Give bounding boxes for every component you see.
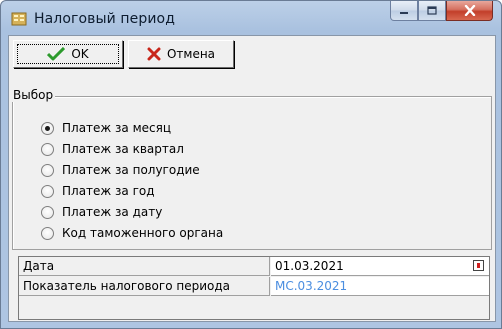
radio-button[interactable] [41,163,54,177]
radio-label: Платеж за квартал [62,142,184,156]
window-title: Налоговый период [34,11,175,27]
radio-label: Платеж за дату [62,205,163,219]
minimize-button[interactable] [390,1,418,21]
grid-label: Показатель налогового периода [19,277,270,296]
title-bar[interactable]: Налоговый период [1,1,501,35]
focus-rect [17,44,119,64]
radio-button[interactable] [41,184,54,198]
radio-half-year[interactable]: Платеж за полугодие [41,161,200,179]
date-value[interactable]: 01.03.2021 [271,257,489,276]
radio-button[interactable] [41,142,54,156]
cross-icon [147,47,161,61]
app-coins-icon [11,12,27,26]
radio-quarter[interactable]: Платеж за квартал [41,140,184,158]
radio-button[interactable] [41,205,54,219]
grid-row-date[interactable]: Дата 01.03.2021 [19,257,489,277]
close-button[interactable] [446,1,493,21]
maximize-icon [427,6,437,15]
radio-month[interactable]: Платеж за месяц [41,119,171,137]
maximize-button[interactable] [418,1,446,21]
radio-label: Платеж за месяц [62,121,172,135]
radio-label: Платеж за полугодие [62,163,200,177]
radio-button[interactable] [41,121,54,135]
date-value-text: 01.03.2021 [275,259,344,273]
toolbar: OK Отмена [9,36,495,72]
radio-year[interactable]: Платеж за год [41,182,155,200]
radio-button[interactable] [41,226,54,240]
ok-button[interactable]: OK [13,40,123,68]
radio-customs-code[interactable]: Код таможенного органа [41,224,223,242]
choice-group-title: Выбор [11,88,56,102]
grid-label: Дата [19,257,270,276]
calendar-icon[interactable] [473,260,484,271]
cancel-label: Отмена [166,47,216,61]
property-grid: Дата 01.03.2021 Показатель налогового пе… [18,256,490,320]
grid-row-period[interactable]: Показатель налогового периода МС.03.2021 [19,277,489,297]
radio-label: Платеж за год [62,184,155,198]
dialog-body: OK Отмена Выбор Платеж за месяц Платеж з… [8,35,496,322]
radio-date[interactable]: Платеж за дату [41,203,162,221]
period-value[interactable]: МС.03.2021 [271,277,489,296]
radio-label: Код таможенного органа [62,226,224,240]
caption-buttons [390,1,493,22]
close-icon [464,5,475,16]
dialog-window: Налоговый период OK Отмена Выбор Платеж … [0,0,502,329]
minimize-icon [400,11,408,14]
cancel-button[interactable]: Отмена [128,40,234,68]
